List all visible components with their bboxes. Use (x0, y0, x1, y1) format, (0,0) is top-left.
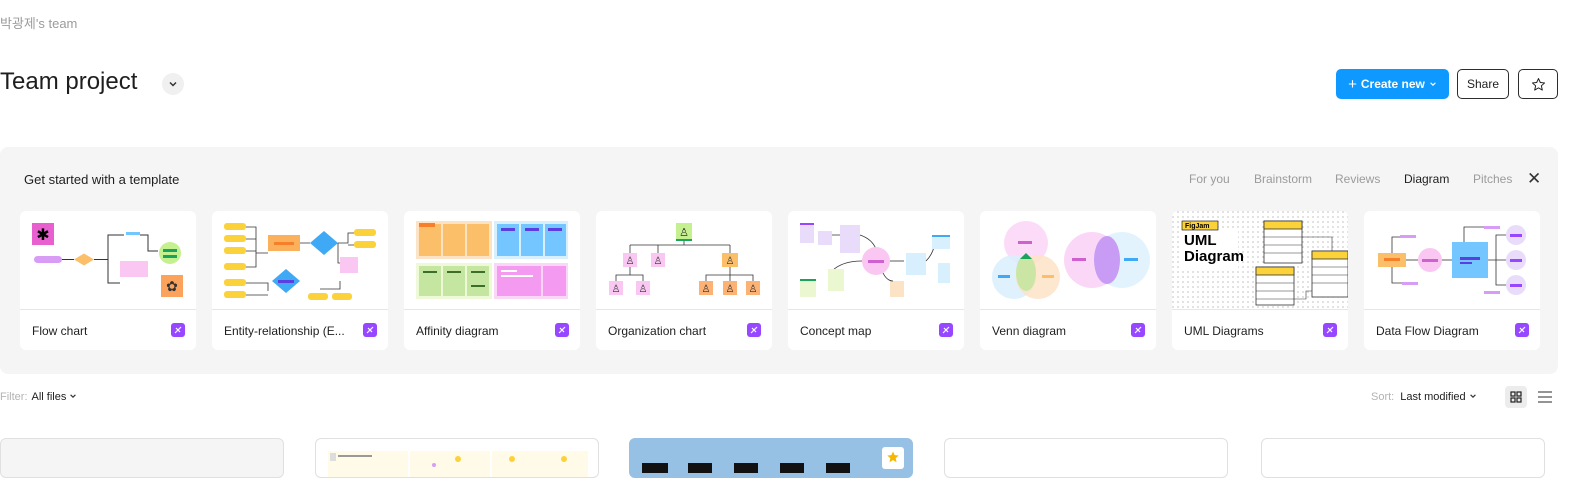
figjam-icon (939, 323, 953, 337)
tab-diagram[interactable]: Diagram (1404, 172, 1449, 186)
list-view-button[interactable] (1536, 388, 1554, 406)
figjam-icon (363, 323, 377, 337)
uml-thumb-line-2: Diagram (1184, 248, 1244, 265)
uml-thumb-line-1: UML (1184, 232, 1217, 249)
chevron-down-icon (70, 394, 77, 399)
template-card-label: Flow chart (32, 324, 88, 338)
file-card[interactable] (629, 438, 913, 478)
template-card-concept-map[interactable]: Concept map (788, 211, 964, 350)
svg-text:✿: ✿ (166, 278, 178, 294)
template-card-label: Affinity diagram (416, 324, 499, 338)
template-card-erd[interactable]: Entity-relationship (E... (212, 211, 388, 350)
template-card-affinity[interactable]: Affinity diagram (404, 211, 580, 350)
template-card-uml[interactable]: FigJam UML Diagram UML Diagrams (1172, 211, 1348, 350)
file-thumbnail (328, 451, 588, 477)
svg-text:✱: ✱ (36, 227, 49, 244)
svg-text:♙: ♙ (749, 284, 758, 295)
list-icon (1538, 391, 1552, 403)
filter-label: Filter: (0, 391, 28, 403)
file-card[interactable] (944, 438, 1228, 478)
file-card[interactable] (1261, 438, 1545, 478)
template-card-venn[interactable]: Venn diagram (980, 211, 1156, 350)
star-icon (887, 451, 899, 463)
uml-thumb-tag: FigJam (1185, 223, 1210, 230)
figjam-icon (1323, 323, 1337, 337)
template-card-label: Concept map (800, 324, 872, 338)
star-icon (1531, 77, 1545, 91)
concept-map-thumbnail (788, 223, 964, 310)
sort-label: Sort: (1371, 391, 1395, 403)
svg-text:♙: ♙ (702, 284, 711, 295)
chevron-down-icon (1469, 394, 1476, 399)
team-name[interactable]: 박광제's team (0, 13, 77, 32)
svg-text:♙: ♙ (626, 256, 635, 267)
page-title: Team project (0, 68, 138, 95)
figjam-icon (555, 323, 569, 337)
uml-thumbnail: FigJam UML Diagram (1172, 211, 1348, 310)
erd-thumbnail (212, 223, 388, 310)
figjam-icon (747, 323, 761, 337)
svg-text:♙: ♙ (726, 256, 735, 267)
tab-for-you[interactable]: For you (1189, 172, 1230, 186)
close-icon[interactable]: ✕ (1527, 170, 1541, 188)
template-card-data-flow[interactable]: Data Flow Diagram (1364, 211, 1540, 350)
template-panel: Get started with a template For you Brai… (0, 147, 1558, 374)
file-card[interactable] (0, 438, 284, 478)
plus-icon: + (1348, 75, 1357, 93)
svg-text:♙: ♙ (726, 284, 735, 295)
project-menu-button[interactable] (162, 73, 184, 95)
template-panel-title: Get started with a template (24, 172, 180, 187)
template-card-label: Data Flow Diagram (1376, 324, 1479, 338)
file-card[interactable] (315, 438, 599, 478)
tab-brainstorm[interactable]: Brainstorm (1254, 172, 1312, 186)
tab-pitches[interactable]: Pitches (1473, 172, 1512, 186)
filter-control[interactable]: Filter: All files (0, 391, 77, 403)
figjam-icon (1131, 323, 1145, 337)
venn-thumbnail (980, 221, 1156, 310)
template-card-label: Entity-relationship (E... (224, 324, 345, 338)
template-card-flow-chart[interactable]: ✱ ✿ Flow chart (20, 211, 196, 350)
template-card-org-chart[interactable]: ♙ ♙♙♙♙♙ ♙♙♙ ♙♙♙ Organization chart (596, 211, 772, 350)
svg-text:♙: ♙ (679, 227, 689, 239)
chevron-down-icon (1430, 82, 1436, 87)
org-chart-thumbnail: ♙ ♙♙♙♙♙ ♙♙♙ ♙♙♙ (596, 223, 772, 310)
template-card-label: UML Diagrams (1184, 324, 1264, 338)
filter-value[interactable]: All files (32, 391, 67, 403)
template-card-label: Venn diagram (992, 324, 1067, 338)
affinity-thumbnail (404, 221, 580, 310)
figjam-icon (1515, 323, 1529, 337)
svg-text:♙: ♙ (612, 284, 621, 295)
template-card-label: Organization chart (608, 324, 707, 338)
grid-icon (1510, 391, 1522, 403)
sort-value[interactable]: Last modified (1400, 391, 1465, 403)
grid-view-button[interactable] (1505, 386, 1527, 408)
flow-chart-thumbnail: ✱ ✿ (20, 223, 196, 310)
chevron-down-icon (169, 81, 177, 87)
svg-text:♙: ♙ (654, 256, 663, 267)
favorite-button[interactable] (1518, 69, 1558, 99)
figjam-icon (171, 323, 185, 337)
svg-text:♙: ♙ (639, 284, 648, 295)
share-button[interactable]: Share (1457, 69, 1509, 99)
tab-reviews[interactable]: Reviews (1335, 172, 1380, 186)
sort-control[interactable]: Sort: Last modified (1371, 391, 1477, 403)
create-new-label: Create new (1360, 77, 1425, 91)
create-new-button[interactable]: + Create new (1336, 69, 1449, 99)
file-thumbnail (630, 439, 912, 477)
data-flow-thumbnail (1364, 225, 1540, 310)
